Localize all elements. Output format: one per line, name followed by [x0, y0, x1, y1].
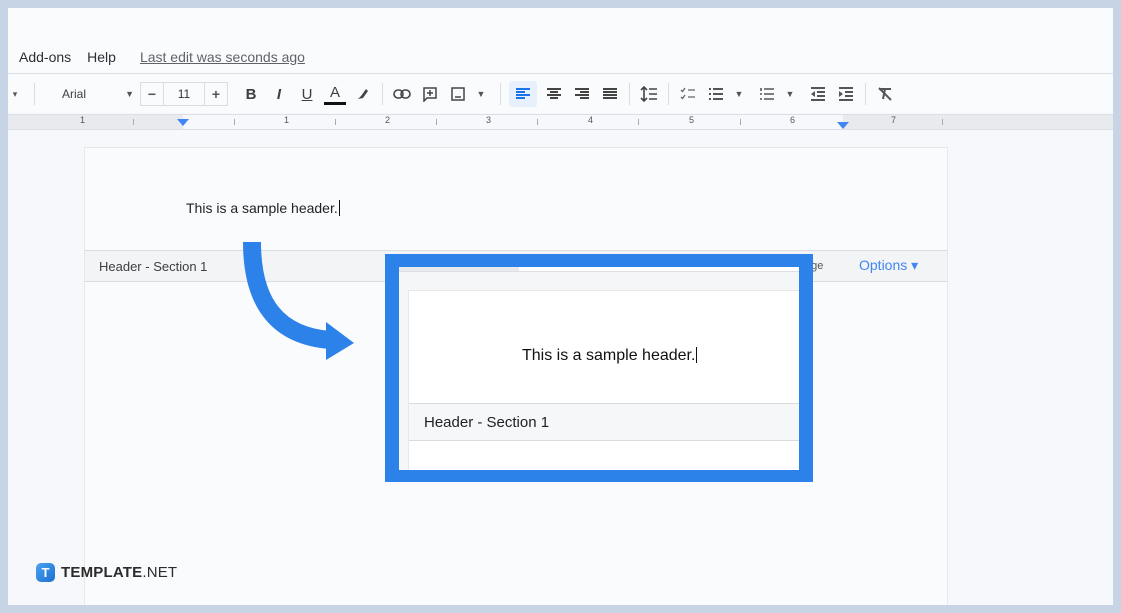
text-color-button[interactable]: A	[324, 83, 346, 105]
brand-watermark: T TEMPLATE.NET	[36, 563, 177, 582]
brand-name-bold: TEMPLATE	[61, 564, 143, 581]
ruler-label: 4	[588, 115, 594, 125]
ruler-label: 1	[284, 115, 290, 125]
callout-header-text-content: This is a sample header.	[522, 347, 696, 364]
checklist-icon[interactable]	[677, 81, 699, 107]
clear-formatting-icon[interactable]	[874, 81, 896, 107]
ruler-tick	[436, 119, 437, 125]
bulleted-list-icon[interactable]	[705, 81, 727, 107]
align-center-button[interactable]	[543, 81, 565, 107]
font-name: Arial	[62, 87, 87, 101]
line-spacing-icon[interactable]	[638, 81, 660, 107]
separator	[34, 83, 35, 105]
last-edit-link[interactable]: Last edit was seconds ago	[140, 49, 305, 65]
options-dropdown[interactable]: Options ▾	[859, 257, 918, 274]
toolbar: ▾ Arial ▼ − 11 + B I U A ▼ ▼ ▼	[8, 75, 1113, 113]
image-dropdown-caret-icon[interactable]: ▼	[470, 81, 492, 107]
ruler-tick	[638, 119, 639, 125]
decrease-font-size-button[interactable]: −	[141, 83, 163, 105]
ruler-content-area	[183, 115, 843, 129]
zoom-callout: This is a sample header. Header - Sectio…	[385, 254, 813, 482]
text-cursor	[338, 200, 340, 216]
ruler-label: 2	[385, 115, 391, 125]
ruler-tick	[537, 119, 538, 125]
callout-inner: This is a sample header. Header - Sectio…	[399, 267, 799, 470]
callout-ruler	[399, 267, 799, 272]
ruler-tick	[133, 119, 134, 125]
italic-button[interactable]: I	[268, 81, 290, 107]
menu-bar: Add-ons Help Last edit was seconds ago	[8, 8, 1113, 74]
left-indent-marker[interactable]	[177, 119, 189, 126]
bold-button[interactable]: B	[240, 81, 262, 107]
style-dropdown-caret-icon[interactable]: ▾	[8, 81, 26, 107]
callout-header-text: This is a sample header.	[522, 347, 698, 365]
align-left-button[interactable]	[509, 81, 537, 107]
header-section-label: Header - Section 1	[99, 259, 208, 274]
brand-name-suffix: .NET	[142, 564, 178, 581]
template-logo-icon: T	[36, 563, 55, 582]
increase-indent-icon[interactable]	[835, 81, 857, 107]
font-size-stepper: − 11 +	[140, 82, 228, 106]
callout-header-section-label: Header - Section 1	[424, 414, 550, 431]
ruler-label: 7	[891, 115, 897, 125]
numbered-list-icon[interactable]	[756, 81, 778, 107]
underline-button[interactable]: U	[296, 81, 318, 107]
callout-header-section-bar: Header - Section 1	[409, 403, 799, 441]
ruler-label: 1	[80, 115, 86, 125]
ruler-tick	[335, 119, 336, 125]
right-indent-marker[interactable]	[837, 122, 849, 129]
comment-icon[interactable]	[419, 81, 441, 107]
ruler-tick	[234, 119, 235, 125]
align-right-button[interactable]	[571, 81, 593, 107]
separator	[382, 83, 383, 105]
ruler-label: 5	[689, 115, 695, 125]
header-text-content: This is a sample header.	[186, 200, 338, 216]
ruler-tick	[942, 119, 943, 125]
chevron-down-icon: ▼	[125, 89, 134, 99]
highlight-icon[interactable]	[352, 81, 374, 107]
ruler-tick	[740, 119, 741, 125]
menu-help[interactable]: Help	[87, 49, 116, 65]
bulleted-list-caret-icon[interactable]: ▼	[728, 81, 750, 107]
link-icon[interactable]	[391, 81, 413, 107]
image-icon[interactable]	[447, 81, 469, 107]
font-select[interactable]: Arial ▼	[40, 87, 140, 101]
numbered-list-caret-icon[interactable]: ▼	[779, 81, 801, 107]
menu-add-ons[interactable]: Add-ons	[19, 49, 71, 65]
ruler[interactable]: 1 1 2 3 4 5 6 7	[8, 114, 1113, 130]
text-cursor	[696, 347, 698, 363]
header-text[interactable]: This is a sample header.	[186, 200, 340, 216]
justify-button[interactable]	[599, 81, 621, 107]
brand-name: TEMPLATE.NET	[61, 564, 177, 581]
callout-page: This is a sample header. Header - Sectio…	[408, 290, 799, 470]
increase-font-size-button[interactable]: +	[205, 83, 227, 105]
decrease-indent-icon[interactable]	[807, 81, 829, 107]
curved-arrow-icon	[243, 241, 354, 360]
ruler-label: 6	[790, 115, 796, 125]
separator	[668, 83, 669, 105]
separator	[500, 83, 501, 105]
font-size-input[interactable]: 11	[163, 83, 205, 105]
separator	[629, 83, 630, 105]
separator	[865, 83, 866, 105]
ruler-label: 3	[486, 115, 492, 125]
